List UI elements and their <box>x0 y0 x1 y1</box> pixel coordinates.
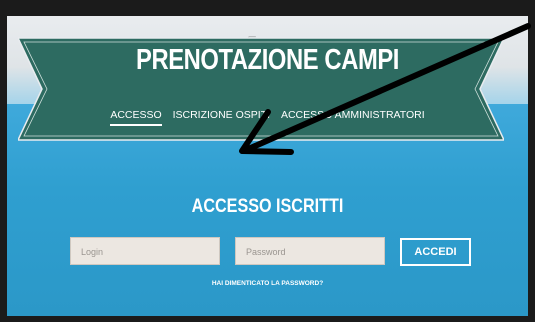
annotation-arrow-icon <box>239 23 531 155</box>
